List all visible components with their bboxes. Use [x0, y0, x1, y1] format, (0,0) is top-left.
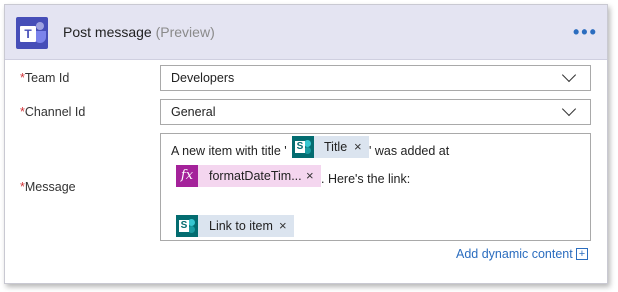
- message-text-segment: ' was added at: [369, 144, 450, 158]
- sharepoint-icon-dot: [304, 147, 311, 154]
- remove-token-icon[interactable]: ×: [306, 168, 314, 183]
- remove-token-icon[interactable]: ×: [354, 139, 362, 154]
- dynamic-token-title[interactable]: S Title ×: [292, 136, 369, 158]
- sharepoint-icon-dot: [304, 140, 311, 147]
- action-card: T Post message (Preview) ••• *Team Id De…: [4, 4, 608, 284]
- token-label: Title: [324, 140, 348, 154]
- action-title-text: Post message: [63, 24, 152, 40]
- team-id-value: Developers: [171, 71, 235, 85]
- action-title: Post message (Preview): [63, 24, 215, 40]
- sharepoint-icon-letter: S: [295, 141, 305, 153]
- sharepoint-icon-dot: [188, 226, 195, 233]
- token-label: formatDateTim...: [209, 169, 302, 183]
- channel-id-dropdown[interactable]: General: [160, 99, 591, 125]
- channel-id-value: General: [171, 105, 216, 119]
- add-dynamic-content-plus-icon[interactable]: +: [576, 248, 588, 260]
- message-editor[interactable]: A new item with title ' S Title × ' was …: [160, 133, 591, 241]
- sharepoint-icon: S: [292, 136, 314, 158]
- action-header[interactable]: T Post message (Preview) •••: [5, 5, 607, 60]
- sharepoint-icon-dot: [188, 219, 195, 226]
- teams-logo-letter: T: [24, 27, 32, 41]
- teams-logo-tile: T: [20, 26, 36, 42]
- chevron-down-icon: [561, 101, 577, 117]
- token-label: Link to item: [209, 219, 273, 233]
- channel-id-label: *Channel Id: [20, 105, 85, 119]
- preview-tag: (Preview): [155, 24, 215, 40]
- message-label-text: Message: [24, 180, 76, 194]
- teams-logo-icon: T: [16, 17, 48, 49]
- more-options-icon[interactable]: •••: [573, 22, 598, 43]
- add-dynamic-content-link[interactable]: Add dynamic content: [456, 247, 573, 261]
- sharepoint-icon: S: [176, 215, 198, 237]
- teams-logo-head: [36, 22, 44, 30]
- team-id-dropdown[interactable]: Developers: [160, 65, 591, 91]
- dynamic-token-link-to-item[interactable]: S Link to item ×: [176, 215, 294, 237]
- expression-fx-icon: fx: [176, 165, 198, 187]
- dynamic-token-formatdatetime[interactable]: fx formatDateTim... ×: [176, 165, 321, 187]
- channel-id-label-text: Channel Id: [24, 105, 86, 119]
- remove-token-icon[interactable]: ×: [279, 218, 287, 233]
- sharepoint-icon-letter: S: [179, 220, 189, 232]
- message-label: *Message: [20, 180, 76, 194]
- chevron-down-icon: [561, 67, 577, 83]
- team-id-label-text: Team Id: [24, 71, 70, 85]
- message-text-segment: . Here's the link:: [321, 172, 411, 186]
- message-text-segment: A new item with title ': [171, 144, 287, 158]
- team-id-label: *Team Id: [20, 71, 69, 85]
